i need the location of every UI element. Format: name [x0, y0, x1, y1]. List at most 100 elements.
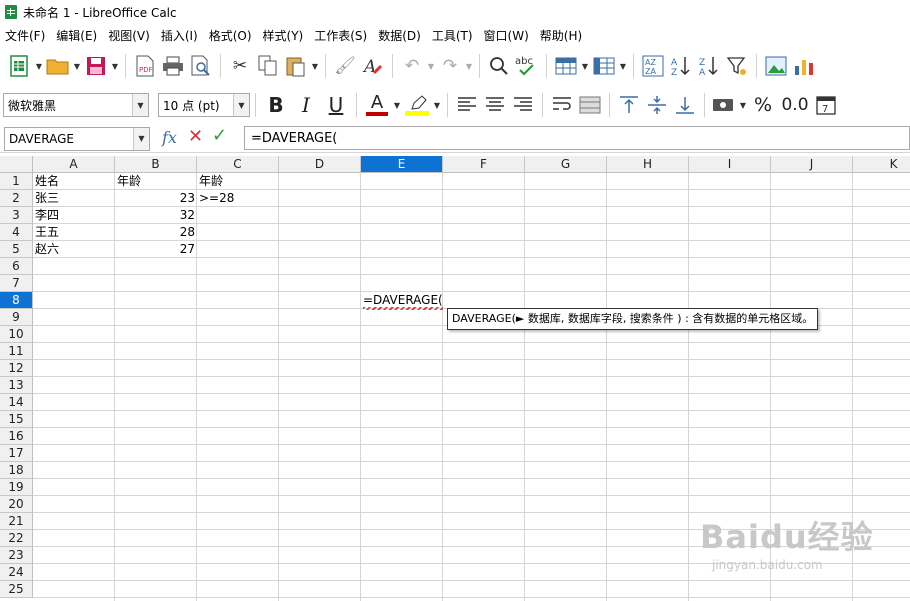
clear-formatting-icon[interactable]: A — [359, 53, 387, 79]
chevron-down-icon[interactable]: ▼ — [132, 94, 148, 116]
menu-window[interactable]: 窗口(W) — [484, 27, 529, 44]
menu-edit[interactable]: 编辑(E) — [56, 27, 97, 44]
row-header-3[interactable]: 3 — [0, 207, 33, 224]
row-icon[interactable] — [552, 53, 580, 79]
column-header-d[interactable]: D — [279, 156, 361, 173]
align-left-icon[interactable] — [453, 92, 481, 118]
row-header-23[interactable]: 23 — [0, 547, 33, 564]
cell-a5[interactable]: 赵六 — [33, 241, 115, 258]
menu-file[interactable]: 文件(F) — [5, 27, 45, 44]
italic-button[interactable]: I — [291, 91, 321, 119]
row-header-16[interactable]: 16 — [0, 428, 33, 445]
save-dropdown-icon[interactable]: ▼ — [110, 53, 120, 79]
new-document-icon[interactable] — [6, 53, 34, 79]
align-top-icon[interactable] — [615, 92, 643, 118]
copy-icon[interactable] — [254, 53, 282, 79]
row-header-19[interactable]: 19 — [0, 479, 33, 496]
chevron-down-icon[interactable]: ▼ — [233, 94, 249, 116]
highlight-dropdown-icon[interactable]: ▼ — [432, 92, 442, 118]
column-header-a[interactable]: A — [33, 156, 115, 173]
open-folder-icon[interactable] — [44, 53, 72, 79]
bold-button[interactable]: B — [261, 91, 291, 119]
cell-c1[interactable]: 年龄 — [197, 173, 279, 190]
export-pdf-icon[interactable]: PDF — [131, 53, 159, 79]
row-header-12[interactable]: 12 — [0, 360, 33, 377]
undo-dropdown-icon[interactable]: ▼ — [426, 53, 436, 79]
wrap-text-icon[interactable] — [548, 92, 576, 118]
font-color-button[interactable]: A — [362, 91, 392, 119]
column-header-g[interactable]: G — [525, 156, 607, 173]
column-header-i[interactable]: I — [689, 156, 771, 173]
clone-formatting-icon[interactable]: 🖌 — [331, 53, 359, 79]
insert-chart-icon[interactable] — [790, 53, 818, 79]
row-header-20[interactable]: 20 — [0, 496, 33, 513]
select-all-corner[interactable] — [0, 156, 33, 173]
row-header-6[interactable]: 6 — [0, 258, 33, 275]
autofilter-icon[interactable] — [723, 53, 751, 79]
percent-format-button[interactable]: % — [748, 91, 778, 119]
menu-view[interactable]: 视图(V) — [108, 27, 150, 44]
font-name-combo[interactable]: 微软雅黑 ▼ — [3, 93, 149, 117]
row-header-22[interactable]: 22 — [0, 530, 33, 547]
name-box[interactable]: DAVERAGE ▼ — [4, 126, 150, 151]
currency-format-icon[interactable] — [710, 92, 738, 118]
row-header-17[interactable]: 17 — [0, 445, 33, 462]
menu-tools[interactable]: 工具(T) — [432, 27, 473, 44]
cell-a1[interactable]: 姓名 — [33, 173, 115, 190]
column-header-j[interactable]: J — [771, 156, 853, 173]
row-header-8[interactable]: 8 — [0, 292, 33, 309]
currency-dropdown-icon[interactable]: ▼ — [738, 92, 748, 118]
row-header-10[interactable]: 10 — [0, 326, 33, 343]
row-header-14[interactable]: 14 — [0, 394, 33, 411]
new-dropdown-icon[interactable]: ▼ — [34, 53, 44, 79]
print-icon[interactable] — [159, 53, 187, 79]
insert-image-icon[interactable] — [762, 53, 790, 79]
font-color-dropdown-icon[interactable]: ▼ — [392, 92, 402, 118]
print-preview-icon[interactable] — [187, 53, 215, 79]
spelling-icon[interactable]: abc — [513, 53, 541, 79]
row-header-21[interactable]: 21 — [0, 513, 33, 530]
row-header-13[interactable]: 13 — [0, 377, 33, 394]
column-header-b[interactable]: B — [115, 156, 197, 173]
row-header-11[interactable]: 11 — [0, 343, 33, 360]
sort-descending-icon[interactable]: ZA — [695, 53, 723, 79]
row-header-2[interactable]: 2 — [0, 190, 33, 207]
center-vertically-icon[interactable] — [643, 92, 671, 118]
date-format-icon[interactable]: 7 — [812, 92, 840, 118]
sort-icon[interactable]: AZ ZA — [639, 53, 667, 79]
accept-icon[interactable]: ✓ — [212, 125, 227, 146]
cell-a4[interactable]: 王五 — [33, 224, 115, 241]
chevron-down-icon[interactable]: ▼ — [133, 127, 149, 150]
row-header-5[interactable]: 5 — [0, 241, 33, 258]
menu-help[interactable]: 帮助(H) — [540, 27, 582, 44]
cut-icon[interactable]: ✂ — [226, 53, 254, 79]
align-bottom-icon[interactable] — [671, 92, 699, 118]
column-header-f[interactable]: F — [443, 156, 525, 173]
find-replace-icon[interactable] — [485, 53, 513, 79]
row-header-1[interactable]: 1 — [0, 173, 33, 190]
row-header-18[interactable]: 18 — [0, 462, 33, 479]
column-header-c[interactable]: C — [197, 156, 279, 173]
cell-a2[interactable]: 张三 — [33, 190, 115, 207]
merge-cells-icon[interactable] — [576, 92, 604, 118]
cancel-icon[interactable]: ✕ — [188, 126, 203, 147]
row-header-9[interactable]: 9 — [0, 309, 33, 326]
cell-b2[interactable]: 23 — [115, 190, 197, 207]
sort-ascending-icon[interactable]: AZ — [667, 53, 695, 79]
menu-sheet[interactable]: 工作表(S) — [314, 27, 367, 44]
menu-styles[interactable]: 样式(Y) — [263, 27, 304, 44]
save-icon[interactable] — [82, 53, 110, 79]
menu-insert[interactable]: 插入(I) — [161, 27, 198, 44]
redo-icon[interactable]: ↷ — [436, 53, 464, 79]
font-size-combo[interactable]: 10 点 (pt) ▼ — [158, 93, 250, 117]
row-header-4[interactable]: 4 — [0, 224, 33, 241]
function-wizard-icon[interactable]: fx — [162, 128, 177, 147]
row-dropdown-icon[interactable]: ▼ — [580, 53, 590, 79]
underline-button[interactable]: U — [321, 91, 351, 119]
cell-c2[interactable]: >=28 — [197, 190, 279, 207]
row-header-25[interactable]: 25 — [0, 581, 33, 598]
row-header-7[interactable]: 7 — [0, 275, 33, 292]
redo-dropdown-icon[interactable]: ▼ — [464, 53, 474, 79]
number-format-button[interactable]: 0.0 — [778, 91, 812, 119]
column-dropdown-icon[interactable]: ▼ — [618, 53, 628, 79]
